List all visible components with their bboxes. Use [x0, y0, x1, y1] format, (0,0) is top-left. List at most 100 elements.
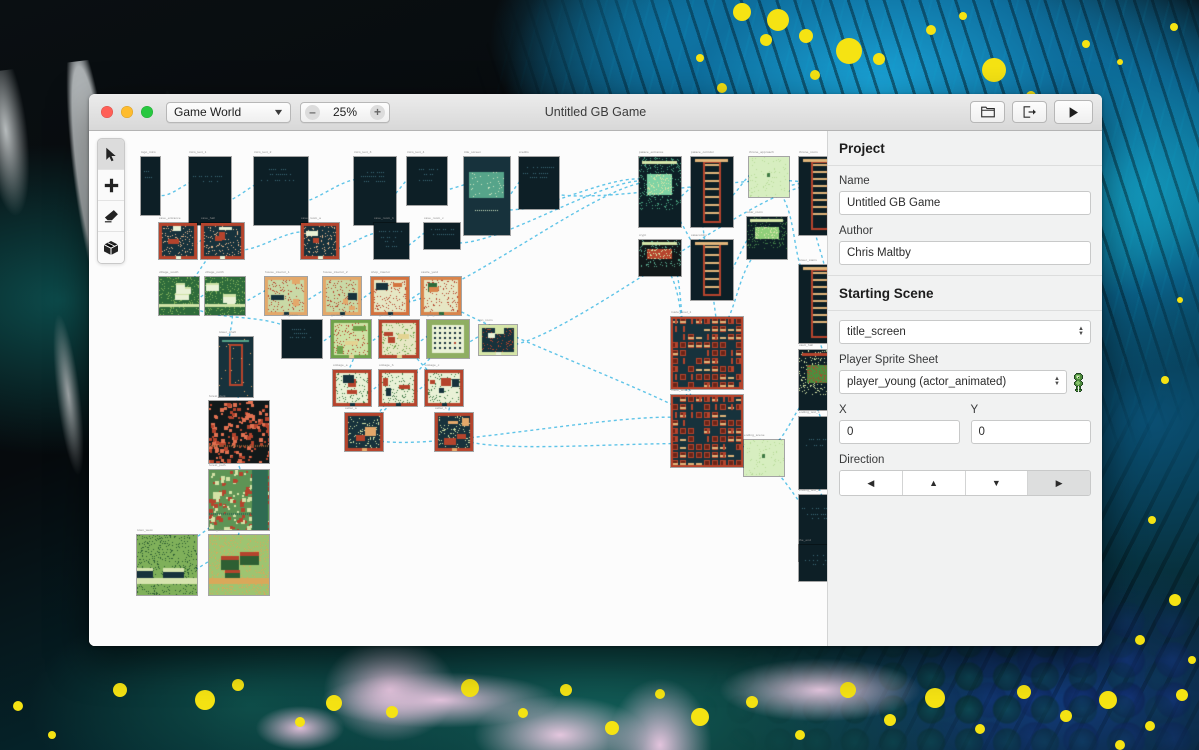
scene-node[interactable]: intro_text_2: [254, 150, 308, 225]
scene-node[interactable]: cave_room_b: [374, 216, 409, 259]
direction-left-button[interactable]: ◀: [840, 471, 903, 495]
name-label: Name: [839, 175, 870, 187]
scene-node[interactable]: catacombs: [691, 233, 733, 300]
scene-node[interactable]: cottage_c: [425, 363, 463, 406]
scene-node[interactable]: town_east: [209, 528, 269, 595]
scene-node[interactable]: grid_room: [427, 313, 469, 358]
scene-node[interactable]: cave_entrance: [159, 216, 197, 259]
window-body: logo_intro intro_text_1 intro_text_2 intro_…: [89, 131, 1102, 646]
scene-node[interactable]: maze_level_2: [671, 388, 743, 467]
scene-node[interactable]: crypt: [639, 233, 681, 276]
scene-thumbnail: [301, 223, 339, 259]
scene-node[interactable]: village_south: [159, 270, 199, 315]
export-project-button[interactable]: [1012, 101, 1047, 123]
scene-label: house_interior_2: [323, 270, 348, 274]
scene-node[interactable]: garden_b: [379, 313, 419, 358]
scene-node[interactable]: house_interior_1: [265, 270, 307, 315]
scene-node[interactable]: castle_yard: [421, 270, 461, 315]
direction-right-button[interactable]: ▶: [1028, 471, 1090, 495]
scene-label: throne_room: [799, 150, 818, 154]
scene-thumbnail: [691, 157, 733, 227]
player-sprite-select[interactable]: player_young (actor_animated): [839, 370, 1067, 394]
scene-node[interactable]: intro_text_4: [407, 150, 447, 205]
direction-label: Direction: [839, 454, 885, 466]
world-canvas-area[interactable]: logo_intro intro_text_1 intro_text_2 intro_…: [89, 131, 827, 646]
minimize-window-button[interactable]: [121, 106, 133, 118]
scene-node[interactable]: cottage_a: [333, 363, 371, 406]
scene-node[interactable]: garden_a: [331, 313, 371, 358]
scene-label: cave_entrance: [159, 216, 181, 220]
scene-thumbnail: [639, 240, 681, 276]
author-label: Author: [839, 225, 873, 237]
scene-thumbnail: [749, 157, 789, 197]
close-window-button[interactable]: [101, 106, 113, 118]
scene-node[interactable]: town_west: [137, 528, 197, 595]
scene-node[interactable]: house_interior_2: [323, 270, 361, 315]
scene-thumbnail: [799, 545, 827, 581]
scene-node[interactable]: ending_scene: [744, 433, 784, 476]
scene-thumbnail: [379, 370, 417, 406]
scene-thumbnail: [333, 370, 371, 406]
tool-blocks[interactable]: [98, 232, 124, 263]
tool-select[interactable]: [98, 139, 124, 170]
start-x-input[interactable]: [839, 420, 960, 444]
scene-thumbnail: [479, 325, 517, 355]
scene-node[interactable]: vault_hall: [799, 343, 827, 410]
scene-label: maze_level_1: [671, 310, 692, 314]
scene-node[interactable]: throne_approach: [749, 150, 789, 197]
run-game-button[interactable]: [1054, 100, 1093, 124]
scene-node[interactable]: throne_room: [799, 150, 827, 235]
scene-node[interactable]: village_north: [205, 270, 245, 315]
scene-node[interactable]: cottage_b: [379, 363, 417, 406]
scene-node[interactable]: ending_text_1: [799, 410, 827, 489]
scene-thumbnail: [189, 157, 231, 225]
scene-graph: logo_intro intro_text_1 intro_text_2 intro_…: [89, 131, 827, 646]
scene-node[interactable]: forest_dark: [209, 394, 269, 463]
scene-node[interactable]: cave_hall: [201, 216, 244, 259]
tool-add[interactable]: [98, 170, 124, 201]
world-selector-label: Game World: [174, 105, 242, 119]
scene-node[interactable]: title_screen: [464, 150, 510, 235]
direction-up-button[interactable]: ▲: [902, 471, 966, 495]
scene-node[interactable]: logo_intro: [141, 150, 160, 215]
scene-node[interactable]: shop_interior: [371, 270, 409, 315]
scene-node[interactable]: maze_level_1: [671, 310, 743, 389]
project-author-input[interactable]: [839, 241, 1091, 265]
scene-node[interactable]: tower_shaft: [219, 330, 253, 397]
scene-label: maze_level_2: [671, 388, 692, 392]
scene-thumbnail: [744, 440, 784, 476]
scene-node[interactable]: the_end: [799, 538, 827, 581]
starting-scene-select[interactable]: title_screen: [839, 320, 1091, 344]
direction-down-button[interactable]: ▼: [965, 471, 1029, 495]
scene-node[interactable]: dark_room: [282, 313, 322, 358]
y-label: Y: [970, 404, 979, 416]
scene-node[interactable]: tower_stairs: [799, 258, 827, 343]
scene-label: village_south: [159, 270, 179, 274]
tool-erase[interactable]: [98, 201, 124, 232]
scene-node[interactable]: cellar_b: [435, 406, 473, 451]
scene-node[interactable]: palace_corridor: [691, 150, 733, 227]
scene-node[interactable]: credits: [519, 150, 559, 209]
scene-node[interactable]: palace_entrance: [639, 150, 681, 227]
scene-label: the_end: [799, 538, 811, 542]
project-name-input[interactable]: [839, 191, 1091, 215]
scene-node[interactable]: inn_room: [479, 318, 517, 355]
scene-node[interactable]: cave_room_c: [424, 216, 460, 249]
scene-label: altar_room: [747, 210, 763, 214]
scene-node[interactable]: intro_text_1: [189, 150, 231, 225]
zoom-out-button[interactable]: –: [305, 104, 320, 120]
zoom-level-label: 25%: [332, 105, 358, 119]
open-project-button[interactable]: [970, 101, 1005, 123]
zoom-in-button[interactable]: +: [370, 104, 385, 120]
scene-thumbnail: [282, 320, 322, 358]
scene-node[interactable]: forest_path: [209, 463, 269, 530]
scene-label: shop_interior: [371, 270, 391, 274]
scene-node[interactable]: cellar_a: [345, 406, 383, 451]
maximize-window-button[interactable]: [141, 106, 153, 118]
scene-node[interactable]: intro_text_3: [354, 150, 396, 225]
scene-node[interactable]: cave_room_a: [301, 216, 339, 259]
scene-node[interactable]: altar_room: [747, 210, 787, 259]
scene-label: vault_hall: [799, 343, 814, 347]
world-selector-dropdown[interactable]: Game World ▼: [166, 101, 291, 123]
start-y-input[interactable]: [970, 420, 1091, 444]
